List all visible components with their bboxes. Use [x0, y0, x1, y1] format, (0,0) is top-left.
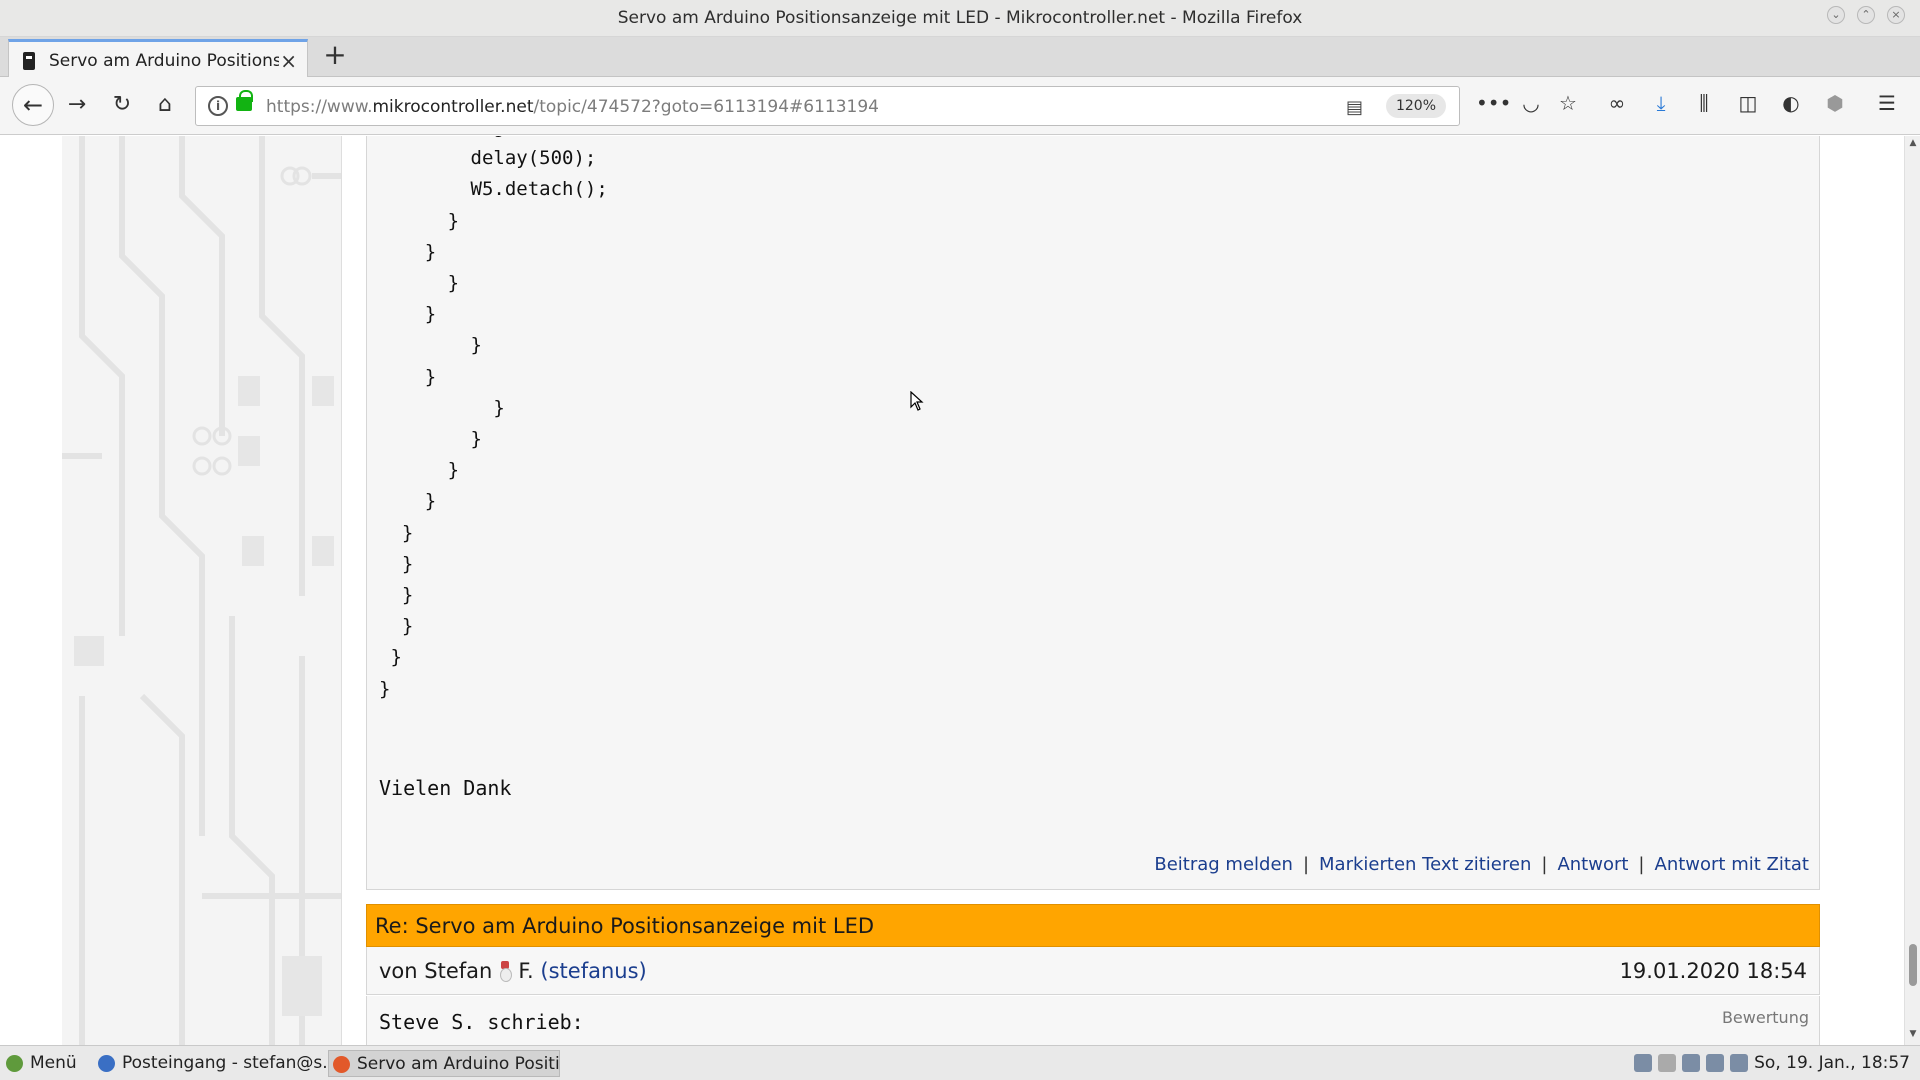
- reply-title-bar: Re: Servo am Arduino Positionsanzeige mi…: [366, 904, 1820, 947]
- scroll-down-icon[interactable]: ▼: [1905, 1029, 1920, 1043]
- mask-icon[interactable]: ∞: [1602, 91, 1632, 115]
- thunderbird-icon: [98, 1055, 115, 1072]
- back-icon[interactable]: ←: [12, 84, 54, 126]
- code-block: digitalWrite(L5, LOW); delay(500); W5.de…: [379, 136, 722, 700]
- reply-title: Re: Servo am Arduino Positionsanzeige mi…: [375, 914, 875, 938]
- rating-label[interactable]: Bewertung: [1722, 1008, 1809, 1027]
- reply-date: 19.01.2020 18:54: [1619, 959, 1807, 983]
- author-handle-link[interactable]: (stefanus): [540, 959, 646, 983]
- url-text[interactable]: https://www.mikrocontroller.net/topic/47…: [266, 97, 879, 117]
- extension-icon[interactable]: ◐: [1776, 91, 1806, 115]
- site-favicon-icon: [23, 52, 35, 70]
- taskbar-firefox-window[interactable]: Servo am Arduino Positi...: [328, 1050, 560, 1077]
- more-icon[interactable]: •••: [1476, 91, 1511, 115]
- report-post-link[interactable]: Beitrag melden: [1154, 854, 1293, 875]
- circuit-background-icon: [62, 136, 341, 1045]
- reply-body: Steve S. schrieb: Bewertung: [366, 996, 1820, 1045]
- reply-meta: von Stefan F. (stefanus) 19.01.2020 18:54: [366, 947, 1820, 995]
- url-path: /topic/474572?goto=6113194#6113194: [533, 97, 879, 117]
- volume-icon[interactable]: [1682, 1054, 1701, 1072]
- scroll-up-icon[interactable]: ▲: [1905, 138, 1920, 152]
- reply-with-quote-link[interactable]: Antwort mit Zitat: [1655, 854, 1810, 875]
- quote-selected-link[interactable]: Markierten Text zitieren: [1319, 854, 1531, 875]
- scrollbar-thumb[interactable]: [1909, 944, 1917, 986]
- forward-icon[interactable]: →: [60, 88, 94, 122]
- system-tray: So, 19. Jan., 18:57: [1634, 1050, 1910, 1077]
- reply-link[interactable]: Antwort: [1557, 854, 1628, 875]
- display-icon[interactable]: [1706, 1054, 1725, 1072]
- clock[interactable]: So, 19. Jan., 18:57: [1754, 1053, 1910, 1073]
- firefox-icon: [333, 1056, 350, 1073]
- updates-icon[interactable]: [1730, 1054, 1749, 1072]
- quote-attribution: Steve S. schrieb:: [379, 1010, 584, 1034]
- bookmark-star-icon[interactable]: ☆: [1553, 91, 1583, 115]
- minimize-icon[interactable]: ⌄: [1827, 6, 1845, 24]
- tab-active[interactable]: Servo am Arduino Positionsanzeige mit LE…: [8, 39, 308, 78]
- network-icon[interactable]: [1658, 1054, 1677, 1072]
- pocket-icon[interactable]: ◡: [1516, 91, 1546, 115]
- separator: |: [1638, 854, 1645, 875]
- reload-icon[interactable]: ↻: [105, 88, 139, 122]
- library-icon[interactable]: ⫼: [1689, 91, 1719, 115]
- separator: |: [1541, 854, 1548, 875]
- snowman-icon: [498, 959, 513, 982]
- zoom-indicator[interactable]: 120%: [1386, 94, 1446, 118]
- tab-label: Servo am Arduino Positionsanzeige mit LE…: [49, 51, 279, 71]
- adblock-icon[interactable]: ⬢: [1820, 91, 1850, 115]
- sidebar-icon[interactable]: ◫: [1733, 91, 1763, 115]
- post-closing-text: Vielen Dank: [379, 776, 512, 800]
- author-initial: F.: [518, 959, 534, 983]
- taskbar-mail-label: Posteingang - stefan@s...: [122, 1053, 326, 1073]
- page-viewport: digitalWrite(L5, LOW); delay(500); W5.de…: [0, 136, 1904, 1045]
- reply-author: von Stefan F. (stefanus): [379, 959, 647, 983]
- url-host: mikrocontroller.net: [372, 97, 534, 117]
- lock-icon[interactable]: [236, 90, 253, 111]
- new-tab-button[interactable]: +: [320, 41, 350, 71]
- left-sidebar: [62, 136, 342, 1045]
- window-titlebar: Servo am Arduino Positionsanzeige mit LE…: [0, 0, 1920, 37]
- hamburger-menu-icon[interactable]: ☰: [1872, 91, 1902, 115]
- taskbar-mail-window[interactable]: Posteingang - stefan@s...: [94, 1050, 326, 1077]
- post-actions: Beitrag melden | Markierten Text zitieren |…: [1154, 854, 1809, 875]
- mouse-cursor-icon: [910, 391, 924, 411]
- desktop-taskbar: Menü Posteingang - stefan@s... Servo am …: [0, 1045, 1920, 1080]
- home-icon[interactable]: ⌂: [148, 88, 182, 122]
- tab-close-icon[interactable]: ×: [280, 49, 297, 73]
- url-prefix: https://www.: [266, 97, 373, 117]
- info-icon[interactable]: i: [208, 96, 228, 116]
- start-menu-label: Menü: [30, 1053, 77, 1073]
- maximize-icon[interactable]: ⌃: [1857, 6, 1875, 24]
- navigation-toolbar: ← → ↻ ⌂ i https://www.mikrocontroller.ne…: [0, 77, 1920, 135]
- tab-strip: Servo am Arduino Positionsanzeige mit LE…: [0, 37, 1920, 78]
- author-name: von Stefan: [379, 959, 493, 983]
- window-title: Servo am Arduino Positionsanzeige mit LE…: [617, 8, 1303, 28]
- taskbar-firefox-label: Servo am Arduino Positi...: [357, 1054, 560, 1074]
- menu-logo-icon: [6, 1055, 23, 1072]
- close-window-icon[interactable]: ×: [1887, 6, 1905, 24]
- download-icon[interactable]: ⤓: [1646, 91, 1676, 115]
- reader-view-icon[interactable]: ▤: [1346, 97, 1363, 118]
- bluetooth-icon[interactable]: [1634, 1054, 1653, 1072]
- forum-post: digitalWrite(L5, LOW); delay(500); W5.de…: [366, 136, 1820, 890]
- url-bar[interactable]: i https://www.mikrocontroller.net/topic/…: [195, 86, 1460, 126]
- start-menu-button[interactable]: Menü: [2, 1050, 77, 1077]
- separator: |: [1302, 854, 1310, 875]
- forum-thread: digitalWrite(L5, LOW); delay(500); W5.de…: [366, 136, 1820, 1045]
- page-scrollbar[interactable]: ▲ ▼: [1904, 136, 1920, 1045]
